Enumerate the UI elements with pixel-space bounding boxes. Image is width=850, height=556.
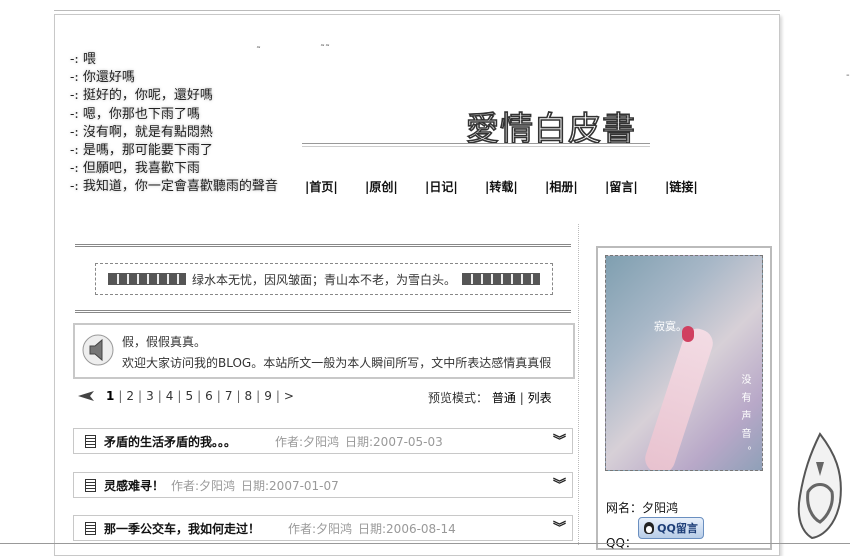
nav-links-link[interactable]: |链接| <box>665 178 725 195</box>
page-link[interactable]: 2 <box>122 389 138 403</box>
motto-text: 绿水本无忧，因风皱面；青山本不老，为雪白头。 <box>191 272 456 287</box>
page-link[interactable]: 5 <box>181 389 197 403</box>
header-dialogue-poem: -: 喂 -: 你還好嗎 -: 挺好的，你呢，還好嗎 -: 嗯，你那也下雨了嗎 … <box>70 51 278 197</box>
nav-diary-link[interactable]: |日记| <box>425 178 485 195</box>
poem-line: -: 你還好嗎 <box>70 70 135 86</box>
document-icon <box>85 479 96 492</box>
page-link[interactable]: 9 <box>260 389 276 403</box>
post-date: 日期:2007-01-07 <box>241 479 339 493</box>
preview-mode: 预览模式： 普通 | 列表 <box>428 389 552 406</box>
post-date: 日期:2006-08-14 <box>358 522 456 536</box>
pagination: 1 | 2 | 3 | 4 | 5 | 6 | 7 | 8 | 9 | > <box>78 389 298 403</box>
preview-normal-link[interactable]: 普通 <box>492 391 516 405</box>
nav-album-link[interactable]: |相册| <box>545 178 605 195</box>
post-date: 日期:2007-05-03 <box>345 435 443 449</box>
poem-line: -: 嗯，你那也下雨了嗎 <box>70 106 200 122</box>
speaker-icon <box>82 334 114 366</box>
poem-line: -: 喂 <box>70 52 96 67</box>
decorative-bar-right <box>462 273 540 285</box>
main-nav: |首页| |原创| |日记| |转载| |相册| |留言| |链接| <box>305 178 725 195</box>
column-divider <box>578 224 579 545</box>
qq-message-button[interactable]: QQ留言 <box>638 517 704 539</box>
preview-list-link[interactable]: 列表 <box>528 391 552 405</box>
page-link[interactable]: 4 <box>162 389 178 403</box>
qq-button-label: QQ留言 <box>657 522 698 535</box>
net-name: 网名：夕阳鸿 <box>606 501 679 515</box>
decorative-seal-graphic <box>797 432 842 540</box>
photo-vertical-caption: 没有声音。 <box>739 374 750 464</box>
double-chevron-down-icon[interactable]: ︾ <box>553 474 566 493</box>
post-author: 作者:夕阳鸿 <box>275 435 340 449</box>
post-title[interactable]: 矛盾的生活矛盾的我。。。 <box>104 433 236 450</box>
page-link[interactable]: 7 <box>221 389 237 403</box>
preview-mode-label: 预览模式： <box>428 391 489 405</box>
post-author: 作者:夕阳鸿 <box>171 479 236 493</box>
title-underline <box>302 143 650 147</box>
motto-box: 绿水本无忧，因风皱面；青山本不老，为雪白头。 <box>95 263 553 295</box>
nav-home-link[interactable]: |首页| <box>305 178 365 195</box>
page-bottom-border <box>0 543 850 544</box>
document-icon <box>85 522 96 535</box>
decorative-mark: ˜ <box>256 46 261 57</box>
nav-guestbook-link[interactable]: |留言| <box>605 178 665 195</box>
double-chevron-down-icon[interactable]: ︾ <box>553 430 566 449</box>
post-title[interactable]: 那一季公交车，我如何走过！ <box>104 520 260 537</box>
poem-line: -: 挺好的，你呢，還好嗎 <box>70 88 213 104</box>
photo-caption: 寂寞。 <box>654 320 687 333</box>
qq-penguin-icon <box>644 522 655 534</box>
page-link[interactable]: 6 <box>201 389 217 403</box>
double-rule-top <box>75 244 571 247</box>
profile-photo[interactable]: 寂寞。 没有声音。 <box>605 255 763 471</box>
preview-separator: | <box>519 391 524 405</box>
notice-line-1: 假，假假真真。 <box>122 335 207 349</box>
nav-repost-link[interactable]: |转载| <box>485 178 545 195</box>
back-arrow-icon[interactable] <box>78 391 94 401</box>
post-author: 作者:夕阳鸿 <box>288 522 353 536</box>
double-chevron-down-icon[interactable]: ︾ <box>553 517 566 536</box>
next-page-link[interactable]: > <box>280 389 298 403</box>
nav-original-link[interactable]: |原创| <box>365 178 425 195</box>
post-row[interactable]: 灵感难寻！ 作者:夕阳鸿 日期:2007-01-07 ︾ <box>73 472 573 498</box>
scroll-hint: - <box>846 70 850 81</box>
notice-line-2: 欢迎大家访问我的BLOG。本站所文一般为本人瞬间所写，文中所表达感情真真假 <box>122 356 552 370</box>
notice-box: 假，假假真真。 欢迎大家访问我的BLOG。本站所文一般为本人瞬间所写，文中所表达… <box>73 323 575 379</box>
double-rule-bottom <box>75 310 571 313</box>
page-link[interactable]: 3 <box>142 389 158 403</box>
post-title[interactable]: 灵感难寻！ <box>104 477 164 494</box>
decorative-bar-left <box>107 273 186 285</box>
poem-line: -: 是嗎，那可能要下雨了 <box>70 143 213 159</box>
page-link[interactable]: 8 <box>241 389 257 403</box>
poem-line: -: 沒有啊，就是有點悶熱 <box>70 124 213 140</box>
document-icon <box>85 435 96 448</box>
poem-line: -: 但願吧，我喜歡下雨 <box>70 161 200 177</box>
post-row[interactable]: 矛盾的生活矛盾的我。。。 作者:夕阳鸿 日期:2007-05-03 ︾ <box>73 428 573 454</box>
poem-line: -: 我知道，你一定會喜歡聽雨的聲音 <box>70 179 278 195</box>
decorative-mark: ˜˜ <box>320 44 330 55</box>
page-link[interactable]: 1 <box>102 389 118 403</box>
post-row[interactable]: 那一季公交车，我如何走过！ 作者:夕阳鸿 日期:2006-08-14 ︾ <box>73 515 573 541</box>
